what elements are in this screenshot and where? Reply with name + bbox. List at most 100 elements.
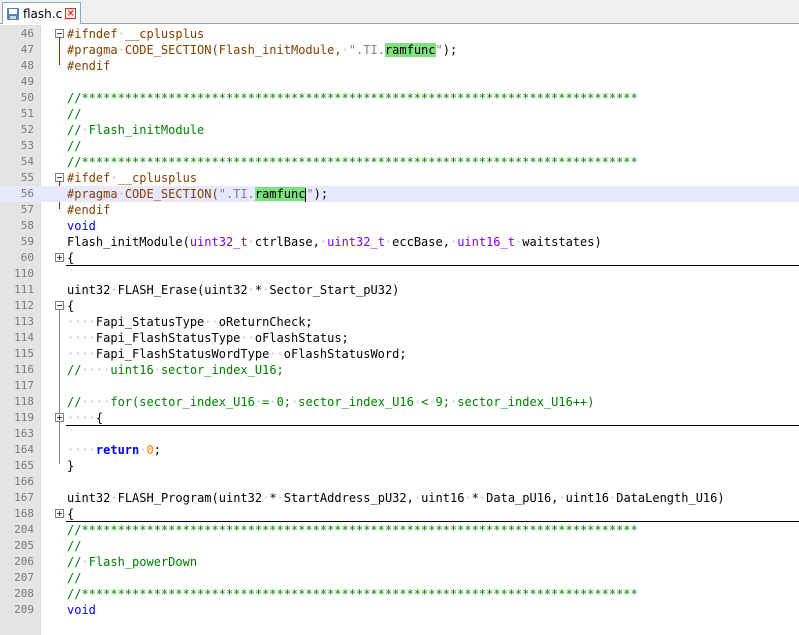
code-token: · bbox=[110, 171, 118, 185]
code-token: // bbox=[67, 539, 82, 553]
code-line[interactable]: 164 ····return·0; bbox=[0, 442, 799, 458]
code-text: void bbox=[67, 602, 96, 618]
code-editor[interactable]: 46 #ifndef·__cplusplus 47 #pragma·CODE_SECT… bbox=[0, 25, 799, 635]
line-number: 167 bbox=[14, 491, 34, 504]
code-line[interactable]: 111 uint32·FLASH_Erase(uint32·*·Sector_St… bbox=[0, 282, 799, 298]
code-line[interactable]: 166 bbox=[0, 474, 799, 490]
code-token: oReturnCheck; bbox=[218, 315, 313, 329]
code-line[interactable]: 57 #endif bbox=[0, 202, 799, 218]
code-token: · bbox=[464, 491, 472, 505]
code-line[interactable]: 115 ····Fapi_FlashStatusWordType··oFlashS… bbox=[0, 346, 799, 362]
code-line[interactable]: 59 Flash_initModule(uint32_t·ctrlBase,·ui… bbox=[0, 234, 799, 250]
code-line[interactable]: 113 ····Fapi_StatusType··oReturnCheck; bbox=[0, 314, 799, 330]
fold-expand-icon[interactable] bbox=[55, 509, 64, 518]
code-token: Sector_Start_pU32) bbox=[269, 283, 400, 297]
code-token: void bbox=[67, 603, 96, 617]
code-token: uint32 bbox=[67, 491, 111, 505]
line-number: 116 bbox=[14, 363, 34, 376]
code-line[interactable]: 56 #pragma·CODE_SECTION(".TI.ramfunc"); bbox=[0, 186, 799, 202]
code-line[interactable]: 110 bbox=[0, 266, 799, 282]
code-line[interactable]: 119 ····{ bbox=[0, 410, 799, 426]
code-token: " bbox=[435, 43, 443, 57]
code-line[interactable]: 206 //·Flash_powerDown bbox=[0, 554, 799, 570]
fold-collapse-icon[interactable] bbox=[55, 173, 64, 182]
code-line[interactable]: 52 //·Flash_initModule bbox=[0, 122, 799, 138]
code-token: #pragma bbox=[67, 43, 118, 57]
code-line[interactable]: 168 { bbox=[0, 506, 799, 522]
code-line[interactable]: 55 #ifdef·__cplusplus bbox=[0, 170, 799, 186]
save-icon bbox=[7, 7, 19, 20]
close-icon[interactable]: × bbox=[65, 8, 77, 19]
code-text: //····for(sector_index_U16·=·0;·sector_i… bbox=[67, 394, 595, 410]
code-token: · bbox=[117, 187, 125, 201]
code-text: } bbox=[67, 458, 74, 474]
code-line[interactable]: 51 // bbox=[0, 106, 799, 122]
code-line[interactable]: 53 // bbox=[0, 138, 799, 154]
fold-expand-icon[interactable] bbox=[55, 413, 64, 422]
code-token: #pragma bbox=[67, 187, 118, 201]
fold-collapse-icon[interactable] bbox=[55, 29, 64, 38]
code-token: ·· bbox=[269, 347, 284, 361]
code-text: uint32·FLASH_Erase(uint32·*·Sector_Start… bbox=[67, 282, 399, 298]
fold-collapse-icon[interactable] bbox=[55, 301, 64, 310]
code-line[interactable]: 48 #endif bbox=[0, 58, 799, 74]
code-token: eccBase, bbox=[392, 235, 450, 249]
line-number: 117 bbox=[14, 379, 34, 392]
line-number: 56 bbox=[20, 187, 34, 200]
code-line[interactable]: 205 // bbox=[0, 538, 799, 554]
line-number: 168 bbox=[14, 507, 34, 520]
line-number: 51 bbox=[20, 107, 34, 120]
code-text: ····Fapi_FlashStatusType··oFlashStatus; bbox=[67, 330, 349, 346]
code-token: StartAddress_pU32, bbox=[283, 491, 414, 505]
code-line[interactable]: 54 //************************************… bbox=[0, 154, 799, 170]
line-number: 208 bbox=[14, 587, 34, 600]
tab-file[interactable]: flash.c × bbox=[2, 2, 82, 24]
code-line[interactable]: 58 void bbox=[0, 218, 799, 234]
code-token: · bbox=[139, 443, 147, 457]
code-line[interactable]: 208 //***********************************… bbox=[0, 586, 799, 602]
code-token: FLASH_Program(uint32 bbox=[117, 491, 263, 505]
code-token: // bbox=[67, 395, 82, 409]
code-line[interactable]: 118//····for(sector_index_U16·=·0;·secto… bbox=[0, 394, 799, 410]
code-line[interactable]: 209 void bbox=[0, 602, 799, 618]
code-line[interactable]: 116 //····uint16·sector_index_U16; bbox=[0, 362, 799, 378]
fold-expand-icon[interactable] bbox=[55, 253, 64, 262]
code-line[interactable]: 204 //***********************************… bbox=[0, 522, 799, 538]
code-text: { bbox=[67, 506, 74, 522]
code-token: ···· bbox=[67, 331, 96, 345]
line-number: 60 bbox=[20, 251, 34, 264]
code-line[interactable]: 112 { bbox=[0, 298, 799, 314]
code-token: * bbox=[471, 491, 479, 505]
code-line[interactable]: 47 #pragma·CODE_SECTION(Flash_initModule,… bbox=[0, 42, 799, 58]
code-token: uint16 bbox=[565, 491, 609, 505]
code-line[interactable]: 114 ····Fapi_FlashStatusType··oFlashStatu… bbox=[0, 330, 799, 346]
code-line[interactable]: 49 bbox=[0, 74, 799, 90]
code-line[interactable]: 117 bbox=[0, 378, 799, 394]
code-text: #pragma·CODE_SECTION(Flash_initModule,·"… bbox=[67, 42, 464, 58]
code-line[interactable]: 50 //************************************… bbox=[0, 90, 799, 106]
code-line[interactable]: 163 bbox=[0, 426, 799, 442]
code-token: ); bbox=[442, 43, 465, 57]
code-token: { bbox=[67, 251, 75, 265]
code-token: Fapi_StatusType bbox=[95, 315, 205, 329]
code-text: { bbox=[67, 250, 74, 266]
code-line[interactable]: 167 uint32·FLASH_Program(uint32·*·StartAd… bbox=[0, 490, 799, 506]
code-line[interactable]: 46 #ifndef·__cplusplus bbox=[0, 26, 799, 42]
code-text: ····Fapi_FlashStatusWordType··oFlashStat… bbox=[67, 346, 407, 362]
code-line[interactable]: 165} bbox=[0, 458, 799, 474]
line-number: 58 bbox=[20, 219, 34, 232]
code-text: //·Flash_powerDown bbox=[67, 554, 197, 570]
code-line[interactable]: 60 { bbox=[0, 250, 799, 266]
code-text: ····Fapi_StatusType··oReturnCheck; bbox=[67, 314, 313, 330]
code-token: DataLength_U16) bbox=[616, 491, 725, 505]
line-number: 209 bbox=[14, 603, 34, 616]
line-number: 48 bbox=[20, 59, 34, 72]
code-token: ramfunc bbox=[384, 43, 436, 57]
tab-file-name: flash.c bbox=[23, 6, 63, 21]
line-number: 206 bbox=[14, 555, 34, 568]
code-token: waitstates) bbox=[522, 235, 602, 249]
code-line[interactable]: 207 // bbox=[0, 570, 799, 586]
code-token: · bbox=[428, 395, 436, 409]
code-token: 9; bbox=[435, 395, 450, 409]
line-number: 112 bbox=[14, 299, 34, 312]
